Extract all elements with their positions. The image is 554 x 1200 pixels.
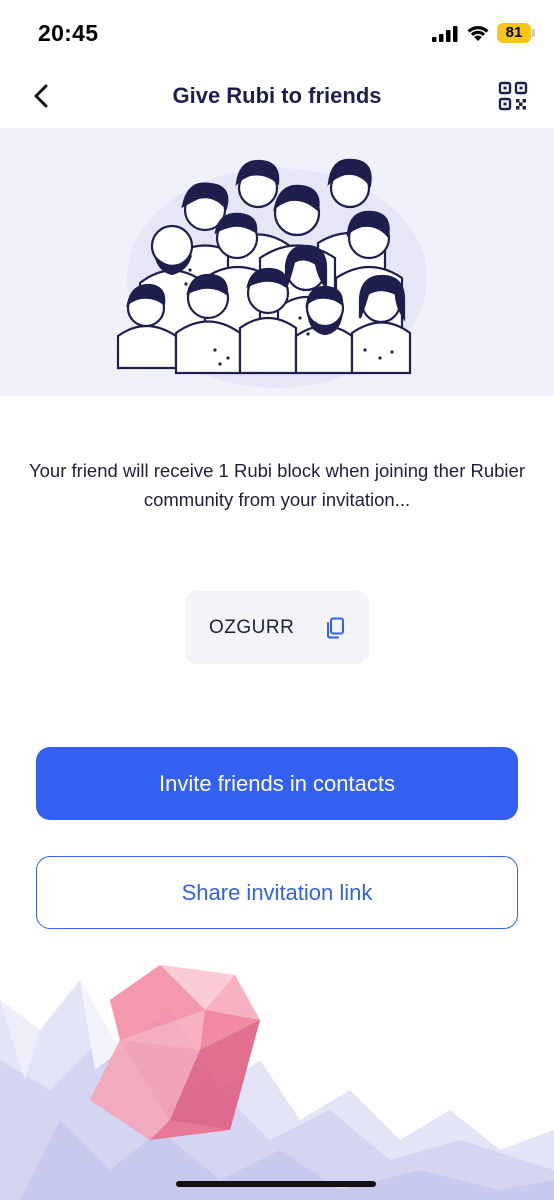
- invite-code: OZGURR: [209, 617, 295, 638]
- group-of-people-illustration: [116, 158, 427, 388]
- header: Give Rubi to friends: [0, 64, 554, 128]
- invite-description: Your friend will receive 1 Rubi block wh…: [29, 460, 525, 510]
- battery-icon: 81: [497, 23, 531, 43]
- share-link-button[interactable]: Share invitation link: [36, 856, 518, 929]
- page-title: Give Rubi to friends: [172, 83, 382, 108]
- qr-code-icon[interactable]: [498, 81, 528, 111]
- hero-banner: [0, 128, 554, 396]
- ruby-gem-low-poly-art: [0, 940, 554, 1200]
- signal-icon: [432, 26, 458, 42]
- copy-icon[interactable]: [323, 616, 347, 640]
- battery-tip: [532, 29, 535, 37]
- wifi-icon: [467, 26, 489, 41]
- invite-contacts-button[interactable]: Invite friends in contacts: [36, 747, 518, 820]
- home-indicator: [176, 1181, 376, 1187]
- invite-code-box[interactable]: OZGURR: [185, 591, 369, 664]
- status-bar: 20:45 81: [0, 0, 554, 64]
- status-time: 20:45: [38, 20, 99, 46]
